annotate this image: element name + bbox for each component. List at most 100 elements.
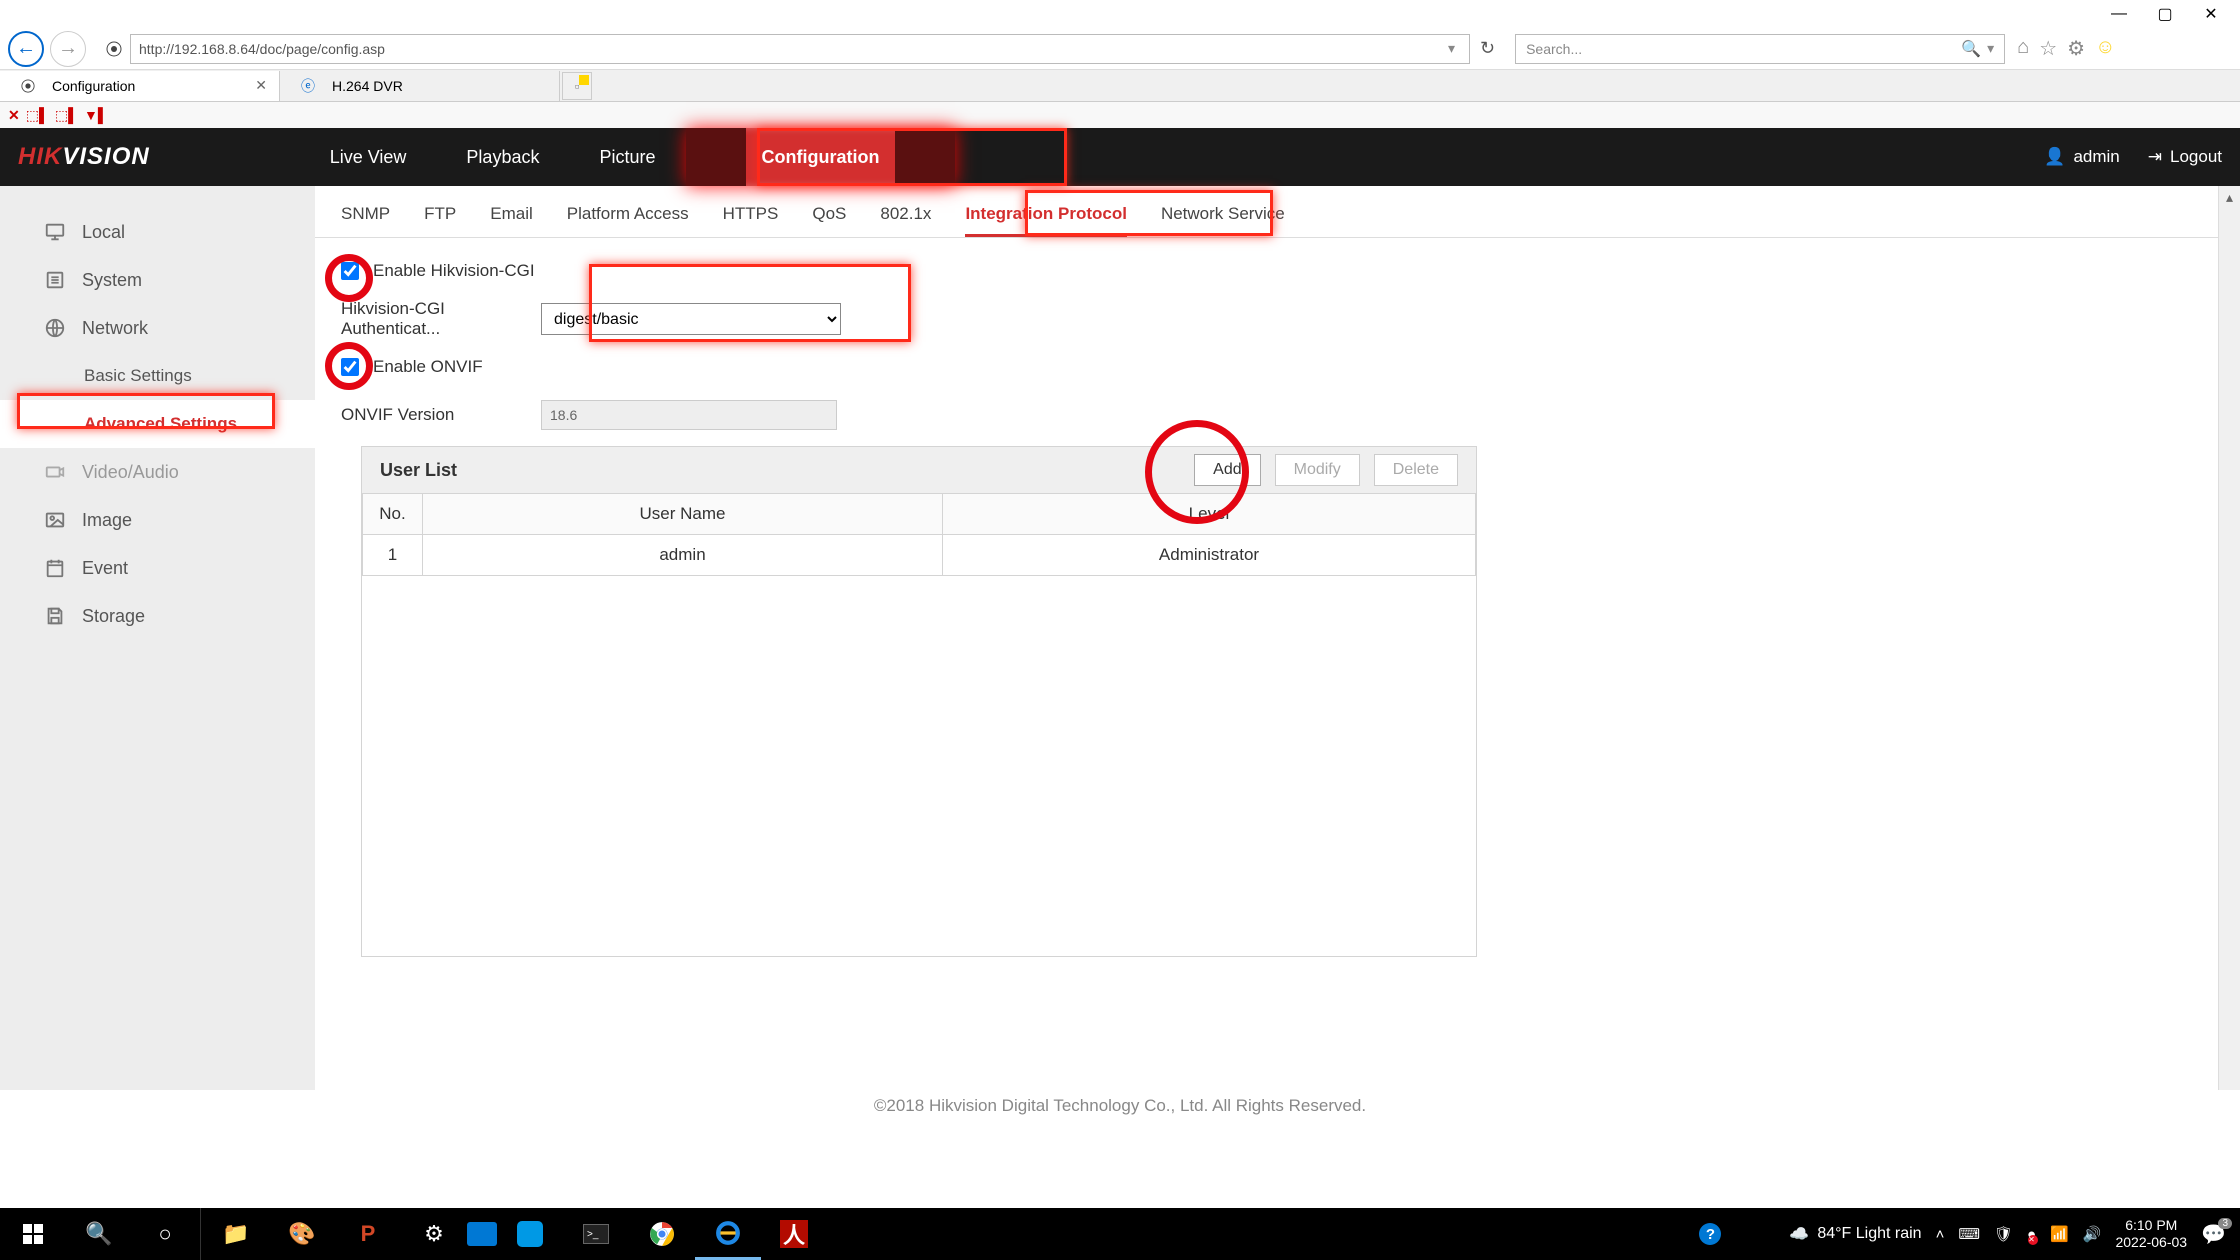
tab-qos[interactable]: QoS [812, 204, 846, 237]
label-cgi-auth: Hikvision-CGI Authenticat... [341, 299, 541, 339]
close-icon[interactable]: ✕ [2202, 5, 2220, 23]
scrollbar[interactable]: ▴ [2218, 186, 2240, 1090]
tab-close-icon[interactable]: ✕ [255, 77, 267, 94]
tab-https[interactable]: HTTPS [723, 204, 779, 237]
taskbar-clock[interactable]: 6:10 PM 2022-06-03 [2115, 1217, 2187, 1251]
browser-search[interactable]: Search... 🔍 ▾ [1515, 34, 2005, 64]
new-tab-button[interactable]: ▫ [562, 72, 592, 100]
search-icon[interactable]: 🔍 [1961, 39, 1981, 59]
tab-8021x[interactable]: 802.1x [880, 204, 931, 237]
minimize-icon[interactable]: — [2110, 5, 2128, 23]
tab-integration-protocol[interactable]: Integration Protocol [965, 204, 1127, 237]
sub-tabs: SNMP FTP Email Platform Access HTTPS QoS… [315, 186, 2240, 238]
nav-live-view[interactable]: Live View [300, 128, 437, 186]
sidebar: Local System Network Basic Settings Adva… [0, 186, 315, 1090]
col-level: Level [943, 494, 1476, 535]
tab-configuration[interactable]: Configuration ✕ [0, 71, 280, 101]
refresh-button[interactable]: ↻ [1470, 38, 1505, 59]
footer-copyright: ©2018 Hikvision Digital Technology Co., … [0, 1090, 2240, 1116]
tab-snmp[interactable]: SNMP [341, 204, 390, 237]
tab-ftp[interactable]: FTP [424, 204, 456, 237]
back-button[interactable]: ← [8, 31, 44, 67]
sidebar-item-event[interactable]: Event [0, 544, 315, 592]
taskbar-ie[interactable] [695, 1208, 761, 1260]
wifi-icon[interactable]: 📶 [2050, 1225, 2069, 1243]
scroll-up-icon[interactable]: ▴ [2219, 186, 2240, 208]
current-user[interactable]: 👤 admin [2044, 147, 2119, 167]
keyboard-icon[interactable]: ⌨ [1958, 1225, 1980, 1243]
sidebar-item-storage[interactable]: Storage [0, 592, 315, 640]
logout-icon: ⇥ [2148, 147, 2162, 167]
start-button[interactable] [0, 1208, 66, 1260]
browser-tabs: Configuration ✕ ⓔ H.264 DVR ▫ [0, 70, 2240, 102]
app-header: HIKVISION Live View Playback Picture Con… [0, 128, 2240, 186]
add-button[interactable]: Add [1194, 454, 1260, 486]
nav-playback[interactable]: Playback [436, 128, 569, 186]
search-dropdown-icon[interactable]: ▾ [1987, 40, 1994, 57]
sidebar-item-basic-settings[interactable]: Basic Settings [0, 352, 315, 400]
taskbar-cortana[interactable]: ○ [132, 1208, 198, 1260]
sidebar-item-video-audio[interactable]: Video/Audio [0, 448, 315, 496]
label-enable-onvif: Enable ONVIF [373, 357, 483, 377]
volume-icon[interactable]: 🔊 [2083, 1225, 2102, 1243]
tab-dvr[interactable]: ⓔ H.264 DVR [280, 71, 560, 101]
tab-platform-access[interactable]: Platform Access [567, 204, 689, 237]
taskbar-powerpoint[interactable]: P [335, 1208, 401, 1260]
taskbar: 🔍 ○ 📁 🎨 P ⚙ >_ 人 ? ☁️ 84°F Light rain ˄ … [0, 1208, 2240, 1260]
tray-icon-1[interactable]: 🛡 [1994, 1225, 2013, 1243]
tray-icon-2[interactable]: ●✕ [2027, 1226, 2036, 1243]
delete-button[interactable]: Delete [1374, 454, 1458, 486]
image-icon [44, 509, 66, 531]
checkbox-enable-cgi[interactable] [341, 262, 359, 280]
url-text: http://192.168.8.64/doc/page/config.asp [139, 41, 385, 57]
cell-no: 1 [363, 535, 423, 576]
sidebar-item-network[interactable]: Network [0, 304, 315, 352]
tray-expand-icon[interactable]: ˄ [1936, 1226, 1945, 1243]
taskbar-chrome[interactable] [629, 1208, 695, 1260]
addon-icon-2[interactable]: ⬚▌ [55, 107, 78, 124]
taskbar-terminal[interactable]: >_ [563, 1208, 629, 1260]
user-area: 👤 admin ⇥ Logout [2044, 147, 2222, 167]
user-icon: 👤 [2044, 147, 2065, 167]
taskbar-app1[interactable] [467, 1222, 497, 1246]
address-bar[interactable]: http://192.168.8.64/doc/page/config.asp … [130, 34, 1470, 64]
addon-icon-1[interactable]: ⬚▌ [26, 107, 49, 124]
url-dropdown-icon[interactable]: ▾ [1442, 40, 1461, 57]
help-icon[interactable]: ? [1699, 1223, 1721, 1245]
sidebar-item-image[interactable]: Image [0, 496, 315, 544]
taskbar-paint[interactable]: 🎨 [269, 1208, 335, 1260]
maximize-icon[interactable]: ▢ [2156, 5, 2174, 23]
forward-button[interactable]: → [50, 31, 86, 67]
action-center-icon[interactable]: 💬3 [2201, 1222, 2226, 1247]
checkbox-enable-onvif[interactable] [341, 358, 359, 376]
taskbar-search[interactable]: 🔍 [66, 1208, 132, 1260]
site-favicon [104, 39, 124, 59]
modify-button[interactable]: Modify [1275, 454, 1360, 486]
taskbar-app2[interactable] [497, 1208, 563, 1260]
table-empty-area [362, 576, 1476, 956]
sidebar-item-system[interactable]: System [0, 256, 315, 304]
tab-email[interactable]: Email [490, 204, 533, 237]
taskbar-weather[interactable]: ☁️ 84°F Light rain [1789, 1224, 1921, 1244]
nav-picture[interactable]: Picture [569, 128, 685, 186]
sidebar-item-advanced-settings[interactable]: Advanced Settings [0, 400, 315, 448]
content-area: SNMP FTP Email Platform Access HTTPS QoS… [315, 186, 2240, 1090]
smiley-icon[interactable]: ☺ [2095, 36, 2115, 61]
addon-close-icon[interactable]: ✕ [8, 107, 20, 124]
table-row[interactable]: 1 admin Administrator [363, 535, 1476, 576]
window-controls: — ▢ ✕ [0, 0, 2240, 28]
tab-network-service[interactable]: Network Service [1161, 204, 1285, 237]
logout-button[interactable]: ⇥ Logout [2148, 147, 2222, 167]
taskbar-settings[interactable]: ⚙ [401, 1208, 467, 1260]
home-icon[interactable]: ⌂ [2017, 36, 2029, 61]
taskbar-explorer[interactable]: 📁 [203, 1208, 269, 1260]
browser-extras: ⌂ ☆ ⚙ ☺ [2017, 36, 2115, 61]
taskbar-adobe[interactable]: 人 [761, 1208, 827, 1260]
favorites-icon[interactable]: ☆ [2039, 36, 2057, 61]
gear-icon[interactable]: ⚙ [2067, 36, 2085, 61]
addon-icon-3[interactable]: ▼▌ [84, 107, 108, 123]
nav-configuration[interactable]: Configuration [686, 128, 956, 186]
sidebar-item-local[interactable]: Local [0, 208, 315, 256]
tab-title: H.264 DVR [332, 78, 403, 94]
select-cgi-auth[interactable]: digest/basic [541, 303, 841, 335]
